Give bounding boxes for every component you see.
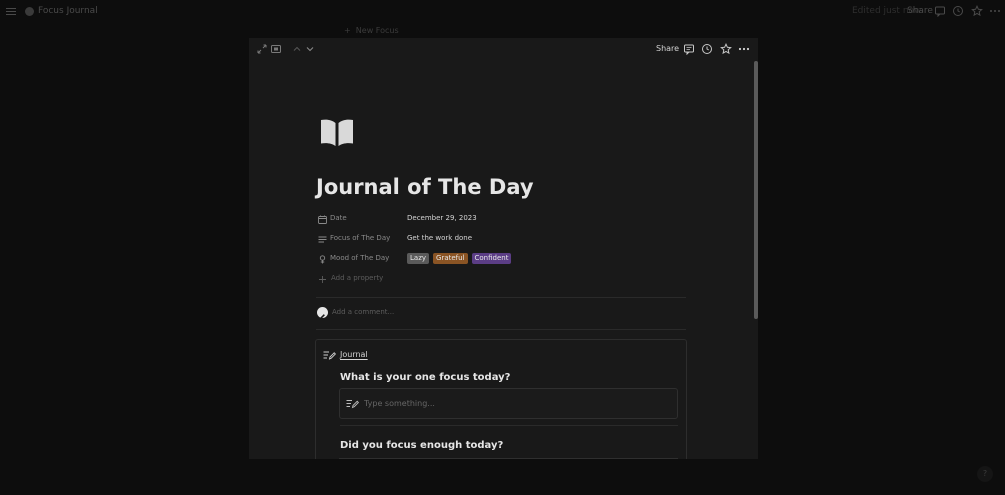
question-heading: What is your one focus today?	[340, 372, 511, 383]
pencil-icon	[320, 314, 325, 319]
page-emoji-icon	[25, 7, 34, 16]
answer-input-edge[interactable]	[339, 458, 678, 459]
focus-value[interactable]: Get the work done	[407, 234, 472, 242]
more-options-icon[interactable]	[738, 43, 750, 55]
breadcrumb-page-title[interactable]: Focus Journal	[38, 6, 98, 16]
history-icon[interactable]	[701, 43, 713, 55]
favorite-star-icon[interactable]	[971, 5, 983, 17]
page-peek-modal: Share Journal of The Day Date December 2…	[249, 38, 758, 459]
write-lines-icon	[346, 400, 359, 409]
background-topbar: Focus Journal Edited just now Share	[0, 0, 1005, 24]
property-label: Mood of The Day	[330, 254, 390, 262]
journal-header[interactable]: Journal	[323, 349, 523, 361]
comment-icon[interactable]	[683, 43, 695, 55]
property-label: Focus of The Day	[330, 234, 391, 242]
add-property-label: Add a property	[331, 274, 384, 282]
expand-page-icon[interactable]	[256, 43, 268, 55]
question-heading: Did you focus enough today?	[340, 440, 504, 451]
sidebar-toggle-icon[interactable]	[6, 6, 16, 18]
background-share-button[interactable]: Share	[907, 6, 933, 16]
tag-confident[interactable]: Confident	[471, 253, 512, 264]
chevron-up-icon[interactable]	[291, 43, 303, 55]
property-focus[interactable]: Focus of The Day Get the work done	[318, 233, 678, 247]
journal-block: Journal What is your one focus today? Ty…	[315, 339, 687, 459]
divider	[340, 425, 678, 426]
new-focus-button[interactable]: + New Focus	[344, 26, 399, 35]
journal-link[interactable]: Journal	[340, 350, 368, 359]
calendar-icon	[318, 215, 327, 224]
scrollbar-thumb[interactable]	[754, 61, 758, 319]
text-lines-icon	[318, 236, 327, 243]
chevron-down-icon[interactable]	[304, 43, 316, 55]
history-icon[interactable]	[952, 5, 964, 17]
divider	[316, 297, 686, 298]
peek-mode-icon[interactable]	[270, 43, 282, 55]
book-icon[interactable]	[319, 118, 355, 148]
avatar	[317, 307, 328, 319]
person-icon	[319, 255, 326, 264]
comment-input[interactable]: Add a comment...	[332, 308, 394, 316]
divider	[316, 329, 686, 330]
write-lines-icon	[323, 351, 336, 360]
mood-tags[interactable]: Lazy Grateful Confident	[407, 253, 512, 264]
more-options-icon[interactable]	[989, 5, 1001, 17]
comment-icon[interactable]	[934, 5, 946, 17]
add-property-button[interactable]: Add a property	[318, 273, 678, 287]
page-title[interactable]: Journal of The Day	[316, 175, 534, 199]
property-label: Date	[330, 214, 347, 222]
help-button[interactable]: ?	[977, 466, 993, 482]
app-window: Focus Journal Edited just now Share + Ne…	[0, 0, 1005, 495]
share-button[interactable]: Share	[656, 44, 679, 53]
modal-toolbar: Share	[249, 38, 758, 60]
comment-row[interactable]: Add a comment...	[316, 306, 686, 320]
answer-placeholder: Type something...	[364, 399, 435, 408]
tag-grateful[interactable]: Grateful	[433, 253, 468, 264]
property-date[interactable]: Date December 29, 2023	[318, 213, 678, 227]
property-mood[interactable]: Mood of The Day Lazy Grateful Confident	[318, 253, 678, 267]
tag-lazy[interactable]: Lazy	[407, 253, 430, 264]
answer-input[interactable]: Type something...	[339, 388, 678, 419]
date-value[interactable]: December 29, 2023	[407, 214, 477, 222]
plus-icon	[319, 276, 326, 283]
favorite-star-icon[interactable]	[720, 43, 732, 55]
